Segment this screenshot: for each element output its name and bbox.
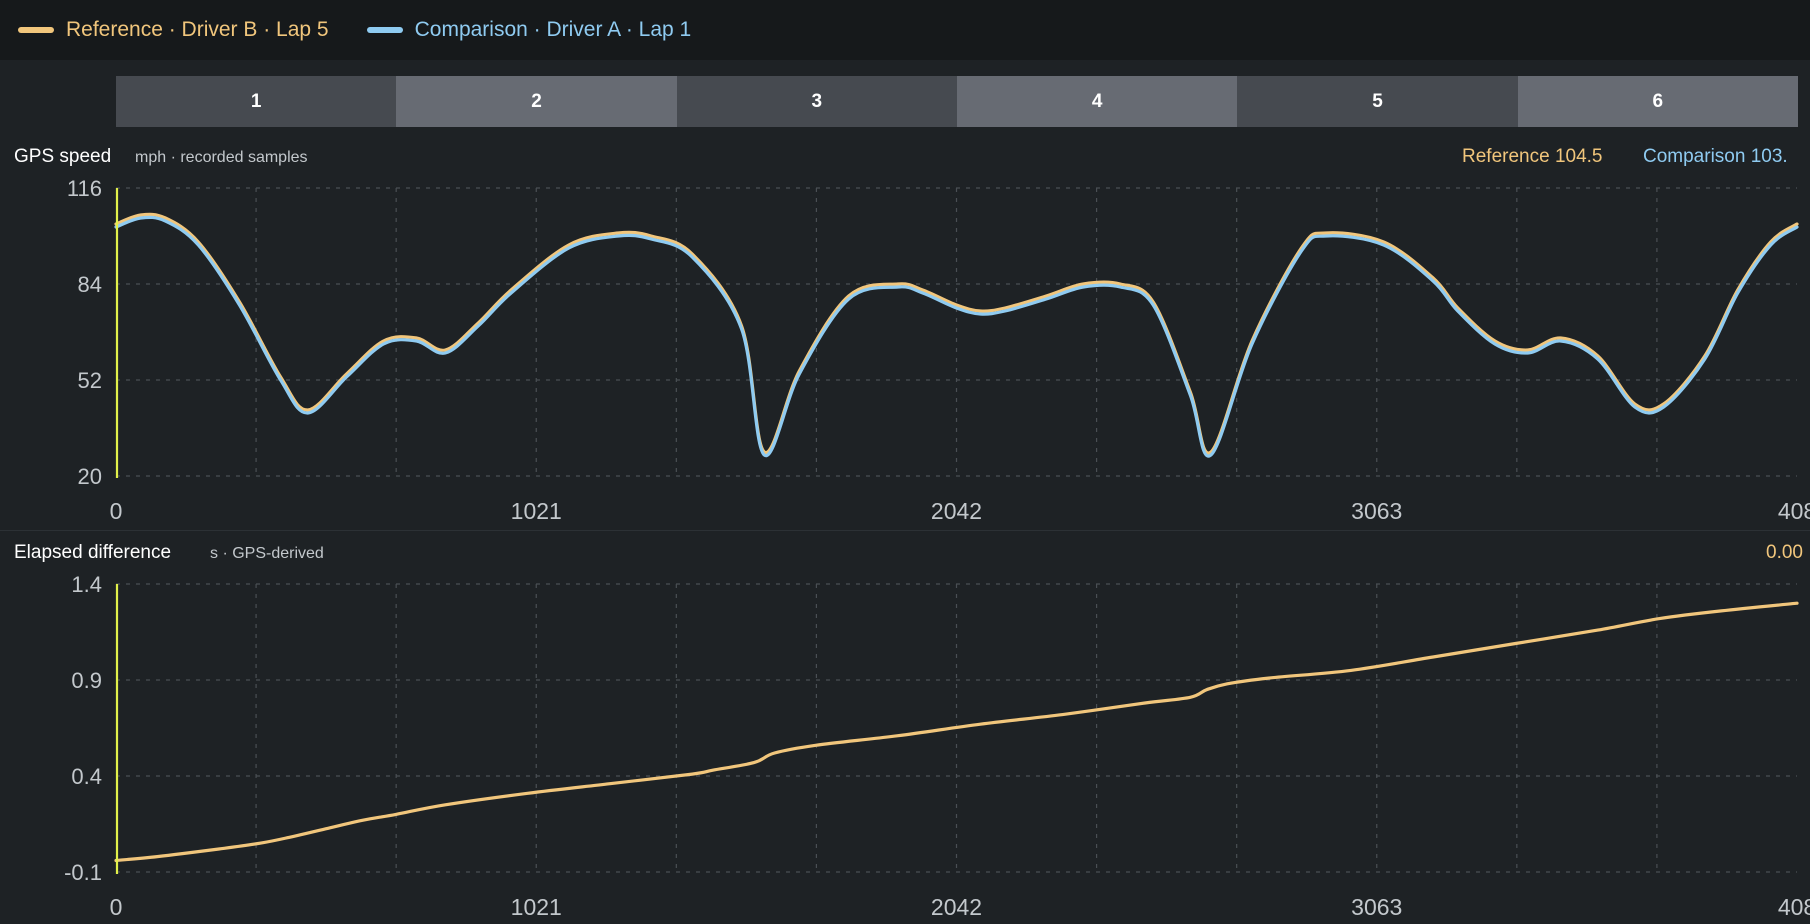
delta-xtick-label: 0: [110, 894, 123, 920]
speed-xtick-label: 0: [110, 498, 123, 524]
sector-6[interactable]: 6: [1517, 76, 1798, 127]
speed-panel-title: GPS speed: [14, 146, 112, 167]
legend-comparison-label: Comparison · Driver A · Lap 1: [414, 18, 692, 41]
delta-ytick-label: 1.4: [71, 572, 102, 597]
speed-ytick-label: 116: [67, 176, 102, 201]
delta-xtick-label: 3063: [1351, 894, 1402, 920]
delta-ytick-label: -0.1: [64, 860, 102, 885]
speed-ytick-label: 84: [78, 272, 102, 297]
sector-3[interactable]: 3: [676, 76, 957, 127]
speed-ytick-label: 52: [78, 368, 102, 393]
panel-divider: [0, 530, 1810, 531]
speed-panel-subtitle: mph · recorded samples: [135, 149, 308, 166]
speed-readout-comparison: Comparison 103.: [1643, 146, 1788, 167]
delta-ytick-label: 0.9: [71, 668, 102, 693]
speed-xtick-label: 1021: [511, 498, 562, 524]
legend-bar: Reference · Driver B · Lap 5 Comparison …: [0, 0, 1810, 60]
sector-bar: 1 2 3 4 5 6: [116, 76, 1798, 127]
sector-5[interactable]: 5: [1237, 76, 1518, 127]
comparison-swatch-icon: [366, 27, 403, 33]
speed-xtick-label: 408: [1778, 498, 1810, 524]
reference-swatch-icon: [18, 27, 54, 33]
speed-ytick-label: 20: [78, 464, 102, 489]
delta-xtick-label: 1021: [511, 894, 562, 920]
delta-xtick-label: 2042: [931, 894, 982, 920]
speed-xtick-label: 3063: [1351, 498, 1402, 524]
sector-2[interactable]: 2: [396, 76, 677, 127]
delta-xtick-label: 408: [1778, 894, 1810, 920]
speed-chart[interactable]: 116 84 52 20 0 1021 2042 3063 408: [0, 170, 1810, 530]
speed-readout-reference: Reference 104.5: [1462, 146, 1603, 167]
delta-series-reference-line: [114, 601, 1799, 863]
legend-reference-label: Reference · Driver B · Lap 5: [66, 18, 329, 41]
speed-xtick-label: 2042: [931, 498, 982, 524]
sector-1[interactable]: 1: [116, 76, 397, 127]
delta-ytick-label: 0.4: [71, 764, 102, 789]
legend-comparison[interactable]: Comparison · Driver A · Lap 1: [366, 18, 692, 42]
sector-4[interactable]: 4: [956, 76, 1238, 127]
delta-chart[interactable]: 1.4 0.9 0.4 -0.1 0 1021 2042 3063 408: [0, 534, 1810, 924]
legend-reference[interactable]: Reference · Driver B · Lap 5: [18, 18, 329, 42]
